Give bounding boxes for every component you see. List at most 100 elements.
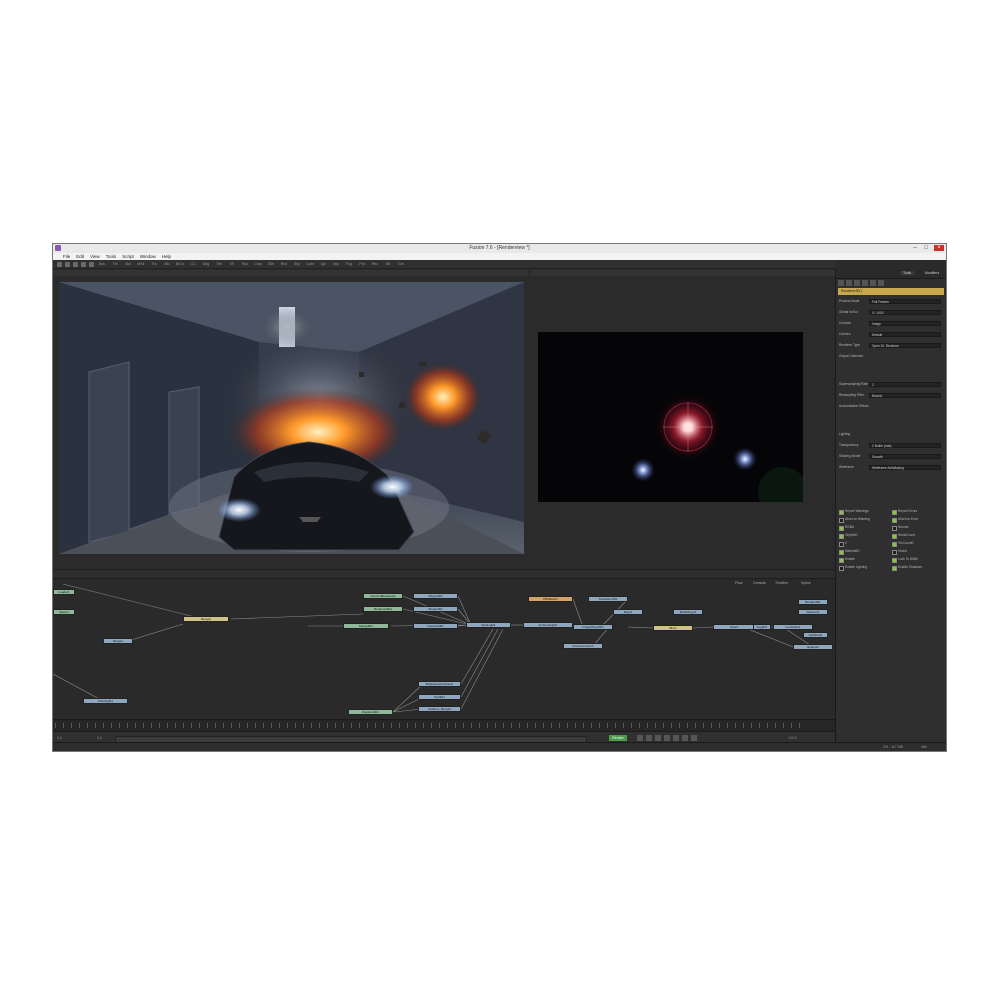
inspector-checkbox-row[interactable]: Normal <box>892 525 944 531</box>
checkbox[interactable] <box>892 542 897 547</box>
inspector-tool-header[interactable]: Renderer3D1 <box>838 288 944 295</box>
flow-node[interactable]: ColorCorrector1 <box>563 643 603 649</box>
toolbar-tool-button[interactable]: 3Sh <box>266 262 276 266</box>
inspector-row-value[interactable]: Open GL Renderer <box>869 343 941 348</box>
inspector-checkbox-row[interactable]: Enable Lighting <box>839 565 891 571</box>
checkbox[interactable] <box>892 558 897 563</box>
inspector-row-value[interactable]: Image <box>869 321 941 326</box>
checkbox[interactable] <box>839 518 844 523</box>
toolbar-tool-button[interactable]: Lgt <box>318 262 328 266</box>
inspector-checkbox-row[interactable]: Abort on Error <box>892 517 944 523</box>
flow-node[interactable]: Bender3D1 <box>798 599 828 605</box>
inspector-tool-icon[interactable] <box>878 280 884 286</box>
inspector-row-value[interactable]: Z Buffer (fast) <box>869 443 941 448</box>
checkbox[interactable] <box>892 550 897 555</box>
inspector-row-value[interactable]: 0 / 1000 <box>869 310 941 315</box>
inspector-checkbox-row[interactable]: Enable <box>839 557 891 563</box>
flow-node[interactable]: Fog3D1 <box>753 624 771 630</box>
inspector-tool-icon[interactable] <box>854 280 860 286</box>
toolbar-tool-button[interactable]: Rnd <box>279 262 289 266</box>
flow-node[interactable]: Merge3D1 <box>343 623 389 629</box>
toolbar-tool-button[interactable]: Mrg <box>201 262 211 266</box>
inspector-tool-icon[interactable] <box>846 280 852 286</box>
flow-node[interactable]: ImagePlane3D1 <box>573 624 613 630</box>
flow-node[interactable]: Rays1 <box>613 609 643 615</box>
checkbox[interactable] <box>839 566 844 571</box>
inspector-checkbox-row[interactable]: Vector <box>892 549 944 555</box>
inspector-row-value[interactable]: Full Frames <box>869 299 941 304</box>
maximize-icon[interactable]: □ <box>923 245 929 251</box>
inspector-checkbox-row[interactable]: Abort on Warning <box>839 517 891 523</box>
go-end-icon[interactable] <box>682 735 688 741</box>
inspector-checkbox-row[interactable]: Report Errors <box>892 509 944 515</box>
undo-icon[interactable] <box>81 261 86 267</box>
flow-node[interactable]: PointLight1 <box>83 698 128 704</box>
toolbar-tool-button[interactable]: Bck <box>97 262 107 266</box>
checkbox[interactable] <box>892 534 897 539</box>
flow-node[interactable]: AmbientLight1 <box>523 622 573 628</box>
inspector-row-value[interactable]: Smooth <box>869 454 941 459</box>
flow-editor[interactable]: Flow Console Timeline Spline Loader1 Sav… <box>53 579 835 719</box>
flow-node[interactable]: Camera3D1 <box>413 623 458 629</box>
flow-node[interactable]: BrightnessContrast1 <box>418 681 461 687</box>
checkbox[interactable] <box>839 558 844 563</box>
flow-node[interactable]: LensFlare1 <box>773 624 813 630</box>
loop-icon[interactable] <box>691 735 697 741</box>
flow-node[interactable]: Saver1 <box>53 609 75 615</box>
viewer-1[interactable] <box>59 282 524 554</box>
inspector-checkbox-row[interactable]: Lock To Width <box>892 557 944 563</box>
frame-start[interactable]: 0.0 <box>57 736 62 740</box>
menu-script[interactable]: Script <box>122 254 134 259</box>
flow-node[interactable]: FBXMesh1 <box>528 596 573 602</box>
current-frame[interactable]: 0.0 <box>97 736 102 740</box>
flow-node[interactable]: Text3D1 <box>418 694 461 700</box>
checkbox[interactable] <box>892 510 897 515</box>
menu-help[interactable]: Help <box>162 254 171 259</box>
render-button[interactable]: Render <box>609 735 627 741</box>
inspector-checkbox-row[interactable]: MaterialID <box>839 549 891 555</box>
menu-file[interactable]: File <box>63 254 70 259</box>
checkbox[interactable] <box>839 510 844 515</box>
save-icon[interactable] <box>73 261 78 267</box>
toolbar-tool-button[interactable]: BrCn <box>175 262 185 266</box>
toolbar-tool-button[interactable]: Trk <box>149 262 159 266</box>
flow-node[interactable]: Loader1 <box>53 589 75 595</box>
menu-window[interactable]: Window <box>140 254 156 259</box>
menu-view[interactable]: View <box>90 254 100 259</box>
checkbox[interactable] <box>839 550 844 555</box>
open-icon[interactable] <box>65 261 70 267</box>
go-start-icon[interactable] <box>637 735 643 741</box>
close-icon[interactable]: × <box>934 245 944 251</box>
inspector-tool-icon[interactable] <box>862 280 868 286</box>
toolbar-tool-button[interactable]: Grn <box>396 262 406 266</box>
checkbox[interactable] <box>892 526 897 531</box>
flow-node[interactable]: MultiMerge1 <box>673 609 703 615</box>
inspector-checkbox-row[interactable]: Z <box>839 541 891 547</box>
inspector-checkbox-row[interactable]: ObjectID <box>839 533 891 539</box>
checkbox[interactable] <box>839 542 844 547</box>
inspector-checkbox-row[interactable]: Report Warnings <box>839 509 891 515</box>
toolbar-tool-button[interactable]: XF <box>227 262 237 266</box>
flow-node[interactable]: Merge3D2 <box>413 593 458 599</box>
checkbox[interactable] <box>839 526 844 531</box>
toolbar-tool-button[interactable]: Imp <box>331 262 341 266</box>
inspector-checkbox-row[interactable]: RGBA <box>839 525 891 531</box>
toolbar-tool-button[interactable]: Rec <box>370 262 380 266</box>
menu-tools[interactable]: Tools <box>106 254 117 259</box>
flow-node[interactable]: ChannelBooleans1 <box>363 593 403 599</box>
toolbar-tool-button[interactable]: Pnt <box>357 262 367 266</box>
flow-node[interactable]: Transform3D1 <box>588 596 628 602</box>
inspector-checkbox-row[interactable]: Enable Shadows <box>892 565 944 571</box>
inspector-tool-icon[interactable] <box>838 280 844 286</box>
toolbar-tool-button[interactable]: Cmp <box>253 262 263 266</box>
play-icon[interactable] <box>664 735 670 741</box>
flow-node[interactable]: SpotLight1 <box>466 622 511 628</box>
flow-node[interactable]: Shape3D1 <box>413 606 458 612</box>
toolbar-tool-button[interactable]: Cam <box>305 262 315 266</box>
checkbox[interactable] <box>892 518 897 523</box>
viewer-2[interactable] <box>538 332 803 502</box>
toolbar-tool-button[interactable]: Dft <box>383 262 393 266</box>
toolbar-tool-button[interactable]: Shp <box>292 262 302 266</box>
toolbar-tool-button[interactable]: Bol <box>123 262 133 266</box>
checkbox[interactable] <box>839 534 844 539</box>
